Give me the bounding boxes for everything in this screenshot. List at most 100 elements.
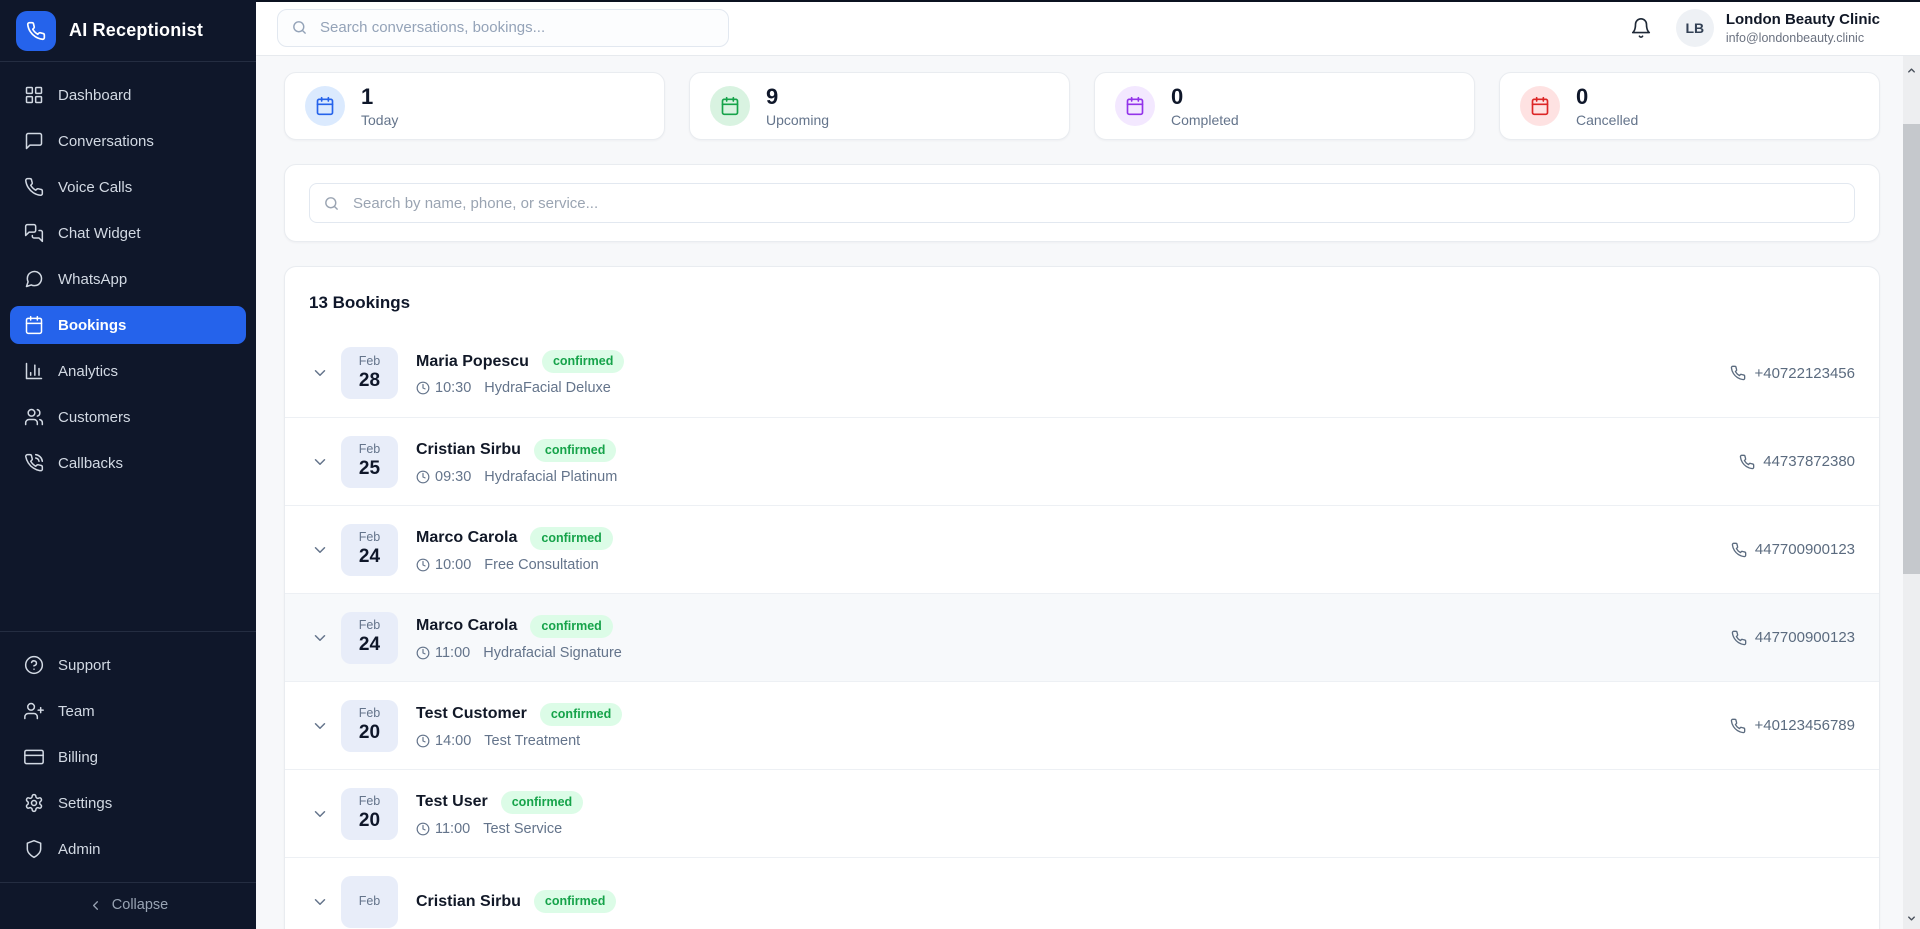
booking-search-input[interactable] [351,194,1841,213]
booking-row[interactable]: Feb25Cristian Sirbuconfirmed09:30Hydrafa… [285,417,1879,505]
bell-icon [1630,17,1652,39]
sidebar-item-bookings[interactable]: Bookings [10,306,246,344]
booking-date-badge: Feb [341,876,398,928]
today-calendar-icon [305,86,345,126]
booking-search [309,183,1855,223]
status-badge: confirmed [534,890,616,913]
status-badge: confirmed [542,350,624,373]
bookings-card: 13 Bookings Feb28Maria Popescuconfirmed1… [284,266,1880,929]
booking-month: Feb [359,794,381,809]
phone-icon [1731,542,1747,558]
stat-card-cancelled: 0Cancelled [1499,72,1880,140]
booking-day: 25 [359,457,380,481]
booking-day: 24 [359,633,380,657]
booking-row[interactable]: Feb24 Marco Carolaconfirmed10:00Free Cons… [285,505,1879,593]
global-search-input[interactable] [318,18,715,37]
expand-booking-button[interactable] [311,541,329,559]
chevron-down-icon [311,541,329,559]
booking-info: Cristian Sirbuconfirmed09:30Hydrafacial … [416,439,1739,485]
booking-day: 24 [359,545,380,569]
service-name: Free Consultation [484,557,598,573]
calendar-icon [1125,96,1145,116]
clock-icon [416,646,430,660]
sidebar-item-label: Team [58,703,95,720]
booking-day: 28 [359,369,380,393]
sidebar-item-settings[interactable]: Settings [10,784,246,822]
sidebar-item-callbacks[interactable]: Callbacks [10,444,246,482]
sidebar-item-label: Analytics [58,363,118,380]
account-menu[interactable]: LB London Beauty Clinic info@londonbeaut… [1676,9,1880,47]
expand-booking-button[interactable] [311,893,329,911]
booking-info: Test Customerconfirmed14:00Test Treatmen… [416,703,1730,749]
upcoming-calendar-icon [710,86,750,126]
scroll-down-button[interactable] [1903,910,1920,927]
sidebar-item-label: Customers [58,409,131,426]
stat-card-upcoming: 9Upcoming [689,72,1070,140]
sidebar-nav-main: Dashboard Conversations Voice Calls Chat Wi… [0,62,256,482]
booking-info: Maria Popescuconfirmed10:30HydraFacial D… [416,350,1730,396]
booking-row[interactable]: Feb20Test Customerconfirmed14:00Test Tre… [285,681,1879,769]
notifications-button[interactable] [1630,17,1652,39]
sidebar-item-team[interactable]: Team [10,692,246,730]
booking-time: 11:00 [416,821,470,837]
sidebar-item-customers[interactable]: Customers [10,398,246,436]
sidebar-item-dashboard[interactable]: Dashboard [10,76,246,114]
search-icon [323,195,340,212]
stat-label: Today [361,112,398,128]
booking-date-badge: Feb20 [341,788,398,840]
customer-name: Test User [416,793,488,811]
clock-icon [416,470,430,484]
analytics-icon [24,361,44,381]
chevron-down-icon [311,717,329,735]
phone-logo-icon [16,11,56,51]
booking-row[interactable]: Feb20Test Userconfirmed11:00Test Service [285,769,1879,857]
booking-month: Feb [359,530,381,545]
expand-booking-button[interactable] [311,805,329,823]
sidebar-item-voice-calls[interactable]: Voice Calls [10,168,246,206]
sidebar-item-support[interactable]: Support [10,646,246,684]
service-name: Hydrafacial Signature [483,645,622,661]
booking-row[interactable]: Feb28Maria Popescuconfirmed10:30HydraFac… [285,329,1879,417]
sidebar-item-admin[interactable]: Admin [10,830,246,868]
stat-card-today: 1Today [284,72,665,140]
cancelled-calendar-icon [1520,86,1560,126]
search-icon [323,195,340,212]
vertical-scrollbar[interactable] [1903,56,1920,929]
status-badge: confirmed [534,439,616,462]
booking-row[interactable]: Feb24Marco Carolaconfirmed11:00Hydrafaci… [285,593,1879,681]
booking-row[interactable]: Feb Cristian Sirbu confirmed [285,857,1879,929]
search-icon [291,19,308,36]
support-icon [24,655,44,675]
expand-booking-button[interactable] [311,364,329,382]
window-top-edge [256,0,1920,2]
settings-icon [24,793,44,813]
customer-phone: 447700900123 [1731,629,1855,646]
scroll-up-button[interactable] [1903,62,1920,79]
sidebar-item-chat-widget[interactable]: Chat Widget [10,214,246,252]
expand-booking-button[interactable] [311,717,329,735]
stat-value: 0 [1171,84,1239,109]
sidebar-item-label: Billing [58,749,98,766]
sidebar-item-label: Dashboard [58,87,131,104]
scrollbar-thumb[interactable] [1903,124,1920,574]
sidebar-item-analytics[interactable]: Analytics [10,352,246,390]
service-name: Test Treatment [484,733,580,749]
sidebar: AI Receptionist DashboardConversationsVo… [0,0,256,929]
sidebar-nav-secondary: Support Team Billing Settings Admin [0,631,256,882]
sidebar-item-billing[interactable]: Billing [10,738,246,776]
booking-info: Marco Carolaconfirmed10:00Free Consultat… [416,527,1731,573]
clock-icon [416,822,430,836]
app-root: AI Receptionist DashboardConversationsVo… [0,0,1920,929]
main-area: LB London Beauty Clinic info@londonbeaut… [256,0,1920,929]
sidebar-item-whatsapp[interactable]: WhatsApp [10,260,246,298]
expand-booking-button[interactable] [311,453,329,471]
collapse-sidebar-button[interactable]: Collapse [88,897,168,913]
booking-time: 10:30 [416,380,471,396]
sidebar-item-conversations[interactable]: Conversations [10,122,246,160]
clock-icon [416,558,430,572]
sidebar-item-label: Voice Calls [58,179,132,196]
customer-name: Cristian Sirbu [416,441,521,459]
customer-name: Cristian Sirbu [416,893,521,911]
expand-booking-button[interactable] [311,629,329,647]
booking-time: 10:00 [416,557,471,573]
